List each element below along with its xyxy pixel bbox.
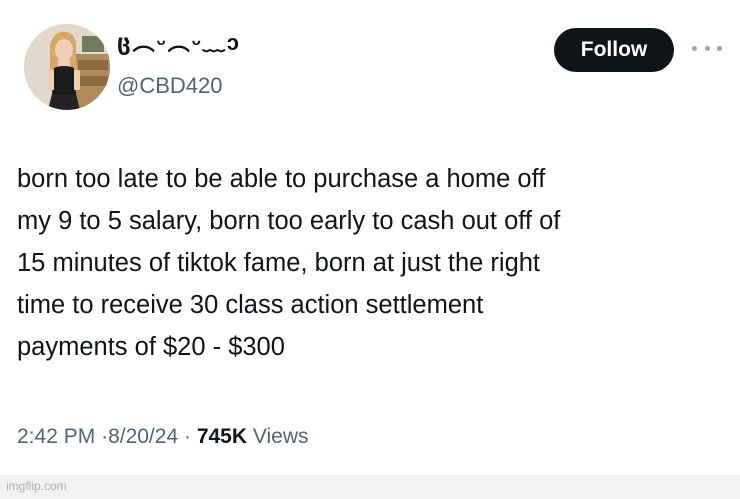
tweet-time[interactable]: 2:42 PM bbox=[17, 425, 95, 448]
follow-button[interactable]: Follow bbox=[554, 28, 674, 72]
views-label: Views bbox=[252, 425, 309, 448]
ellipsis-icon[interactable] bbox=[692, 38, 722, 58]
dot-icon bbox=[704, 45, 710, 51]
dot-icon bbox=[717, 45, 722, 51]
avatar-photo-icon bbox=[24, 24, 110, 110]
views-count: 745K bbox=[196, 425, 248, 448]
display-name[interactable]: ც︵ᵕ︵ᵕ﹏ↄ bbox=[117, 30, 241, 56]
tweet-text: born too late to be able to purchase a h… bbox=[17, 165, 561, 361]
tweet-meta: 2:42 PM ·8/20/24 · 745K Views bbox=[17, 423, 309, 451]
tweet-date[interactable]: 8/20/24 bbox=[108, 425, 178, 448]
watermark: imgflip.com bbox=[6, 479, 67, 493]
user-handle[interactable]: @CBD420 bbox=[117, 72, 223, 100]
avatar[interactable] bbox=[24, 24, 110, 110]
meta-separator: · bbox=[183, 425, 191, 448]
dot-icon bbox=[692, 45, 697, 51]
footer-bar bbox=[0, 475, 740, 499]
tweet-card: ც︵ᵕ︵ᵕ﹏ↄ @CBD420 Follow born too late to … bbox=[0, 0, 740, 475]
meta-separator: · bbox=[101, 425, 109, 448]
